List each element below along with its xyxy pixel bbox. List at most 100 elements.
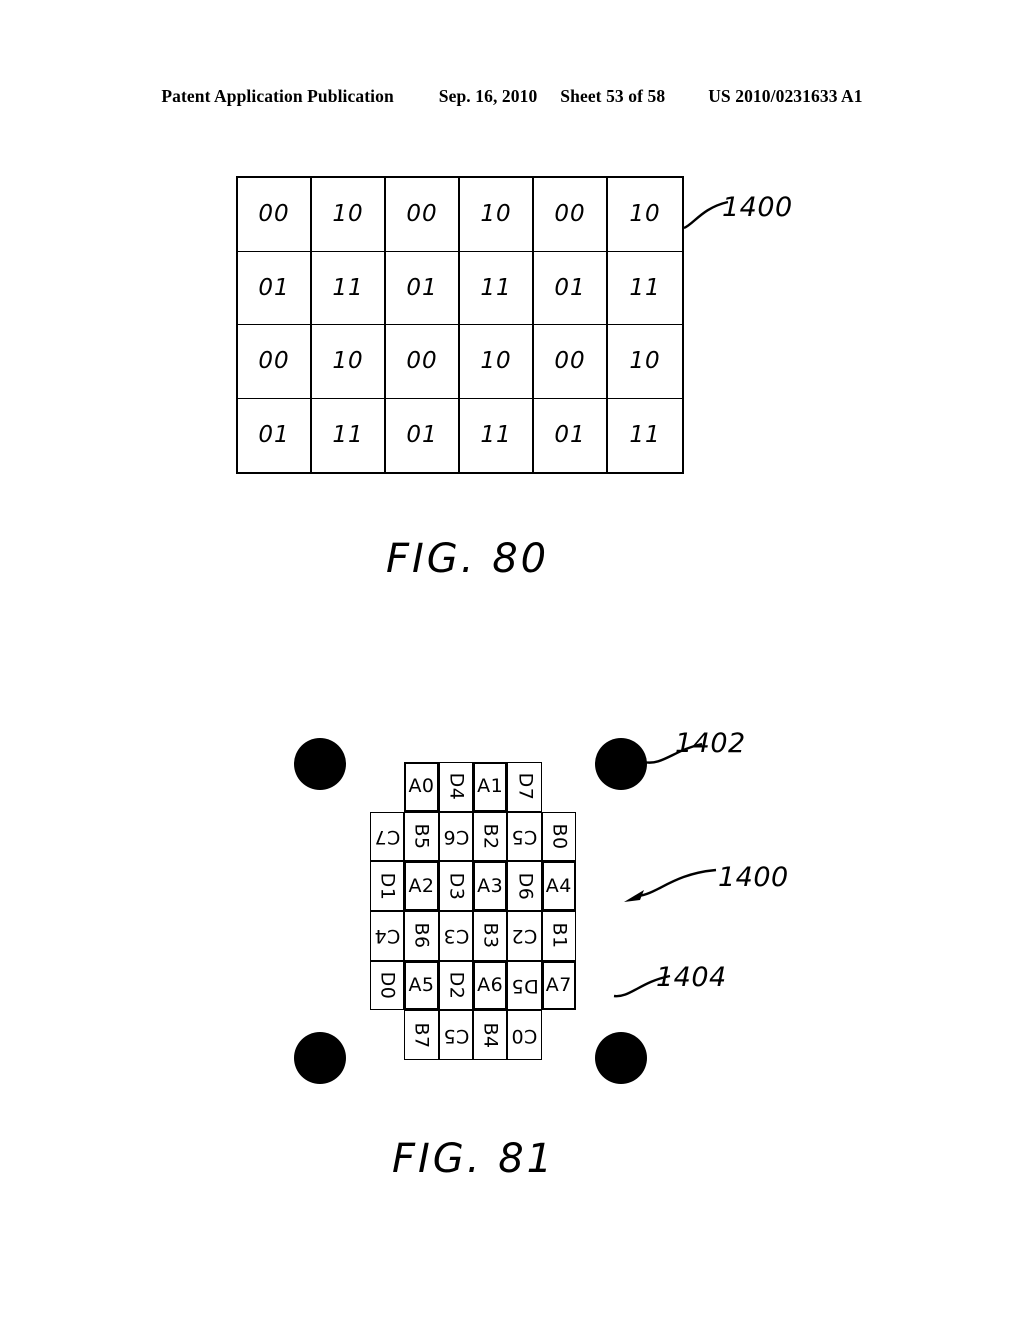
fig81-cell-label: C5	[442, 1024, 469, 1047]
fig81-cell-label: C5	[511, 825, 538, 848]
fig81-cell: C5	[507, 811, 542, 862]
fig81-cell-label: A7	[545, 973, 572, 996]
fig80-cell: 11	[312, 251, 386, 325]
fig81-cell: A4	[541, 861, 576, 911]
fig80-cell: 10	[608, 178, 682, 252]
fig81-cell: A3	[472, 861, 508, 911]
fig80-cell: 00	[238, 178, 312, 252]
fig81-cell-empty	[370, 762, 404, 812]
fig81-cell: C6	[438, 811, 473, 862]
fig81-cell-label: B7	[410, 1022, 433, 1049]
fig80-cell: 00	[386, 325, 460, 399]
fig81-cell-label: B5	[410, 823, 433, 850]
fig80-cell: 00	[534, 178, 608, 252]
fig80-cell: 11	[460, 398, 534, 472]
fig80-cell: 10	[608, 325, 682, 399]
fig80-cell: 11	[460, 251, 534, 325]
fig81-cell: D7	[507, 762, 542, 812]
fig81-cell: C0	[507, 1010, 542, 1060]
fig81-cell: D6	[507, 861, 542, 911]
corner-dot-bottom-right	[595, 1032, 647, 1084]
fig81-cell-label: D1	[376, 872, 399, 901]
header-patent-number: US 2010/0231633 A1	[708, 86, 863, 106]
fig81-cell: A5	[404, 960, 439, 1011]
fig81-leader-arrow-1400	[624, 868, 717, 902]
fig81-cell-label: A5	[408, 973, 435, 996]
fig81-cell-label: A6	[477, 973, 504, 996]
fig80-caption: FIG. 80	[386, 536, 550, 582]
fig80-cell: 00	[386, 178, 460, 252]
fig81-cell-label: D7	[513, 772, 536, 801]
fig81-cell: D4	[438, 762, 473, 812]
fig81-reference-1402: 1402	[675, 728, 746, 759]
fig81-cell-label: D5	[510, 974, 539, 997]
fig80-cell: 01	[534, 251, 608, 325]
fig80-cell: 11	[629, 422, 661, 449]
fig81-cell-label: B3	[479, 922, 502, 949]
fig80-cell: 01	[386, 251, 460, 325]
fig81-cell: D2	[438, 960, 473, 1011]
fig81-cell: D1	[370, 861, 405, 911]
fig81-cell-empty	[542, 762, 576, 812]
fig81-cell: B3	[472, 911, 508, 961]
fig80-cell: 11	[608, 252, 682, 325]
fig80-cell: 11	[312, 398, 386, 472]
fig81-cell: D0	[370, 960, 405, 1011]
fig81-cell: B5	[404, 811, 439, 862]
fig81-caption: FIG. 81	[392, 1136, 556, 1182]
fig80-tile-grid: 00 10 00 10 00 10 01 11 01 11 01 11 00 10 00 10 00 10 01 11…	[236, 176, 684, 474]
fig80-cell: 10	[312, 325, 386, 399]
header-sheet-text: Sheet 53 of 58	[560, 86, 666, 106]
fig81-cell: D3	[438, 861, 473, 911]
header-date-text: Sep. 16, 2010	[438, 86, 538, 106]
fig81-cell-label: B4	[479, 1022, 502, 1049]
fig81-cell: B1	[541, 911, 576, 961]
fig81-cell-label: A1	[477, 775, 504, 798]
header-publication-text: Patent Application Publication	[161, 86, 394, 106]
fig81-cell-label: D0	[376, 971, 399, 1000]
fig81-cell-label: B2	[479, 823, 502, 850]
fig81-cell: C2	[507, 911, 542, 961]
fig81-cell-label: A4	[545, 874, 572, 897]
fig81-cell: B2	[472, 811, 508, 862]
publication-header: Patent Application Publication Sep. 16, …	[0, 86, 1024, 107]
fig81-cell: A6	[472, 960, 508, 1011]
fig80-cell: 00	[238, 325, 312, 399]
fig81-reference-1400: 1400	[718, 862, 789, 893]
fig81-cell: A1	[472, 762, 508, 812]
fig81-cell: C5	[438, 1010, 473, 1060]
fig81-cell: B6	[404, 911, 439, 961]
fig81-cell: A0	[404, 762, 439, 812]
fig80-cell: 01	[238, 398, 312, 472]
fig81-cell: C3	[438, 911, 473, 961]
fig81-cell-label: B1	[548, 922, 571, 949]
fig80-cell: 00	[534, 325, 608, 399]
fig80-reference-1400: 1400	[722, 192, 793, 223]
fig81-cell-label: C3	[442, 925, 469, 948]
fig81-cell-label: D2	[445, 971, 468, 1000]
fig81-cell: D5	[507, 960, 542, 1011]
fig81-reference-1404: 1404	[656, 962, 727, 993]
fig81-cell: A2	[404, 861, 439, 911]
fig81-cell-label: C4	[373, 925, 401, 948]
corner-dot-bottom-left	[294, 1032, 346, 1084]
corner-dot-top-left	[294, 738, 346, 790]
fig81-cell-label: B6	[410, 922, 433, 949]
fig81-cell-label: A2	[408, 874, 435, 897]
fig81-cell: B4	[472, 1010, 508, 1060]
fig81-cell-empty	[370, 1010, 404, 1060]
fig81-tag-assembly: A0 D4 A1 D7 C7 B5 C6 B2 C5 B0 D1 A2 D3 A3 D6 A4 C4 B6 C3 B3…	[290, 730, 660, 1090]
fig81-cell: B7	[404, 1010, 439, 1060]
fig81-cell-label: A0	[408, 775, 435, 798]
fig81-cell-label: C2	[511, 925, 538, 948]
fig80-cell: 10	[460, 178, 534, 252]
fig80-cell: 01	[534, 398, 608, 472]
fig81-cell-label: C0	[511, 1024, 538, 1047]
fig81-cell-label: B0	[548, 823, 571, 850]
fig80-cell: 01	[238, 251, 312, 325]
fig81-macrodot-grid: A0 D4 A1 D7 C7 B5 C6 B2 C5 B0 D1 A2 D3 A3 D6 A4 C4 B6 C3 B3…	[370, 762, 576, 1060]
fig80-cell: 01	[386, 398, 460, 472]
fig81-cell-label: C6	[442, 825, 469, 848]
fig81-cell: A7	[541, 960, 576, 1011]
fig81-cell-label: A3	[477, 874, 504, 897]
